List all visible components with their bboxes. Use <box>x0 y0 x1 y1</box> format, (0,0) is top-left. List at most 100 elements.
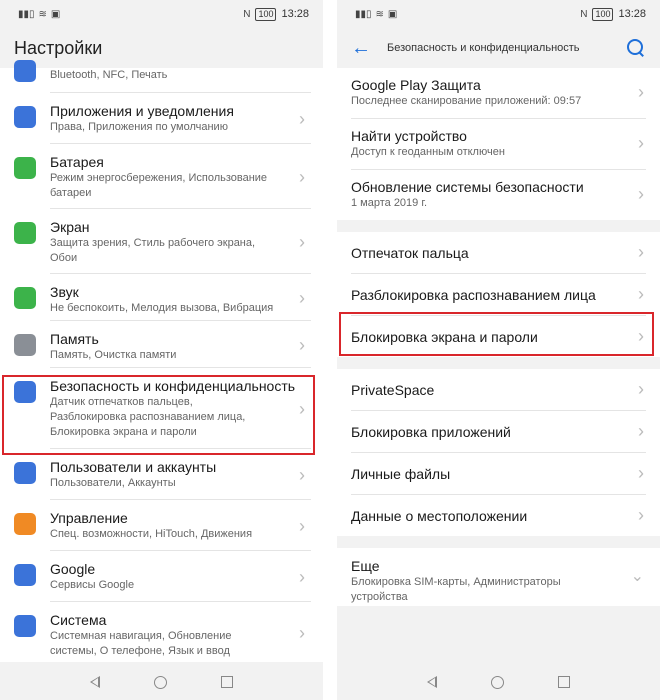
item-subtitle: батареи <box>50 187 92 199</box>
google-icon <box>14 564 36 586</box>
item-subtitle: Блокировка экрана и пароли <box>50 426 197 438</box>
item-subtitle: Права, Приложения по умолчанию <box>50 121 228 133</box>
item-title: PrivateSpace <box>351 381 435 398</box>
item-title: Блокировка приложений <box>351 423 511 440</box>
status-bar: ▮▮▯ ≋ ▣ N 100 13:28 <box>337 0 660 28</box>
item-subtitle: 1 марта 2019 г. <box>351 197 428 209</box>
signal-icon: ▮▮▯ <box>18 8 35 20</box>
search-icon[interactable] <box>626 38 646 58</box>
security-item[interactable]: Обновление системы безопасности 1 марта 2… <box>337 170 660 220</box>
chevron-right-icon: › <box>299 167 305 187</box>
chevron-right-icon: › <box>638 504 644 525</box>
sound-icon <box>14 287 36 309</box>
item-title: Отпечаток пальца <box>351 244 469 261</box>
system-icon <box>14 615 36 637</box>
item-title: Обновление системы безопасности <box>351 179 584 195</box>
chevron-right-icon: › <box>299 623 305 643</box>
item-title: Google <box>50 561 96 577</box>
battery-icon <box>14 157 36 179</box>
item-subtitle: Сервисы Google <box>50 579 135 591</box>
chevron-right-icon: › <box>638 241 644 262</box>
item-title: Данные о местоположении <box>351 507 528 524</box>
chevron-right-icon: › <box>299 567 305 587</box>
clock: 13:28 <box>281 8 309 20</box>
chevron-right-icon: › <box>638 133 644 153</box>
settings-screen: ▮▮▯ ≋ ▣ N 100 13:28 Настройки Bluetooth,… <box>0 0 323 700</box>
item-title: Приложения и уведомления <box>50 103 234 119</box>
settings-list: Bluetooth, NFC, Печать Приложения и увед… <box>0 60 323 662</box>
item-subtitle: Спец. возможности, HiTouch, Движения <box>50 528 253 540</box>
item-subtitle: системы, О телефоне, Язык и ввод <box>50 645 230 657</box>
settings-item[interactable]: Система Системная навигация, Обновление си… <box>0 602 323 662</box>
chevron-right-icon: › <box>638 283 644 304</box>
settings-item[interactable]: Пользователи и аккаунты Пользователи, Акк… <box>0 449 323 499</box>
settings-item[interactable]: Батарея Режим энергосбережения, Использов… <box>0 144 323 208</box>
item-title: Экран <box>50 219 90 235</box>
settings-item[interactable]: Звук Не беспокоить, Мелодия вызова, Вибра… <box>0 274 323 320</box>
item-subtitle: Обои <box>50 252 78 264</box>
item-subtitle: Датчик отпечатков пальцев, <box>50 396 193 408</box>
chevron-right-icon: › <box>638 462 644 483</box>
back-arrow-icon[interactable]: ← <box>351 37 373 60</box>
image-notification-icon: ▣ <box>50 8 61 20</box>
nav-back-icon[interactable] <box>427 676 437 688</box>
security-item[interactable]: Личные файлы › <box>337 453 660 494</box>
item-title: Управление <box>50 510 128 526</box>
app-bar: ← Безопасность и конфиденциальность <box>337 28 660 68</box>
item-subtitle: Пользователи, Аккаунты <box>50 477 176 489</box>
item-subtitle: Доступ к геоданным отключен <box>351 146 505 158</box>
settings-item[interactable]: Память Память, Очистка памяти › <box>0 321 323 367</box>
security-item[interactable]: Разблокировка распознаванием лица › <box>337 274 660 315</box>
page-title: Безопасность и конфиденциальность <box>387 42 580 54</box>
nav-back-icon[interactable] <box>90 676 100 688</box>
nav-recent-icon[interactable] <box>558 676 570 688</box>
chevron-right-icon: › <box>638 82 644 102</box>
chevron-right-icon: › <box>299 109 305 129</box>
settings-item[interactable]: Управление Спец. возможности, HiTouch, Дв… <box>0 500 323 550</box>
storage-icon <box>14 334 36 356</box>
item-subtitle: устройства <box>351 591 408 603</box>
item-subtitle: Режим энергосбережения, Использование <box>50 172 268 184</box>
security-item[interactable]: Блокировка приложений › <box>337 411 660 452</box>
item-title: Еще <box>351 558 380 574</box>
nav-home-icon[interactable] <box>491 675 504 689</box>
status-bar: ▮▮▯ ≋ ▣ N 100 13:28 <box>0 0 323 28</box>
item-subtitle: Не беспокоить, Мелодия вызова, Вибрация <box>50 302 274 314</box>
nav-recent-icon[interactable] <box>221 676 233 688</box>
chevron-right-icon: › <box>299 288 305 308</box>
chevron-right-icon: › <box>299 335 305 355</box>
item-subtitle: Последнее сканирование приложений: 09:57 <box>351 95 582 107</box>
nfc-icon: N <box>580 8 588 20</box>
clock: 13:28 <box>618 8 646 20</box>
item-subtitle: Защита зрения, Стиль рабочего экрана, <box>50 237 256 249</box>
connection-icon <box>14 60 36 82</box>
wifi-icon: ≋ <box>38 8 47 20</box>
battery-indicator: 100 <box>592 7 614 21</box>
security-item[interactable]: Найти устройство Доступ к геоданным отклю… <box>337 119 660 169</box>
security-item[interactable]: PrivateSpace › <box>337 369 660 410</box>
security-item[interactable]: Google Play Защита Последнее сканирование… <box>337 68 660 118</box>
navigation-bar <box>337 664 660 700</box>
item-title: Блокировка экрана и пароли <box>351 328 538 345</box>
chevron-down-icon: ⌄ <box>630 568 644 585</box>
security-item[interactable]: Блокировка экрана и пароли › <box>337 316 660 357</box>
item-title: Разблокировка распознаванием лица <box>351 286 596 303</box>
chevron-right-icon: › <box>638 184 644 204</box>
item-subtitle: Память, Очистка памяти <box>50 349 177 361</box>
settings-item[interactable]: Google Сервисы Google › <box>0 551 323 601</box>
settings-item[interactable]: Безопасность и конфиденциальность Датчик … <box>0 368 323 448</box>
chevron-right-icon: › <box>638 378 644 399</box>
battery-indicator: 100 <box>255 7 277 21</box>
security-item[interactable]: Данные о местоположении › <box>337 495 660 536</box>
chevron-right-icon: › <box>638 325 644 346</box>
list-item-more[interactable]: Еще Блокировка SIM-карты, Администраторы… <box>337 548 660 606</box>
item-title: Личные файлы <box>351 465 451 482</box>
security-item[interactable]: Отпечаток пальца › <box>337 232 660 273</box>
settings-item[interactable]: Экран Защита зрения, Стиль рабочего экран… <box>0 209 323 273</box>
navigation-bar <box>0 664 323 700</box>
settings-item[interactable]: Приложения и уведомления Права, Приложени… <box>0 93 323 143</box>
nav-home-icon[interactable] <box>154 675 167 689</box>
apps-icon <box>14 106 36 128</box>
list-item-partial[interactable]: Bluetooth, NFC, Печать <box>0 60 323 86</box>
item-title: Безопасность и конфиденциальность <box>50 378 296 394</box>
